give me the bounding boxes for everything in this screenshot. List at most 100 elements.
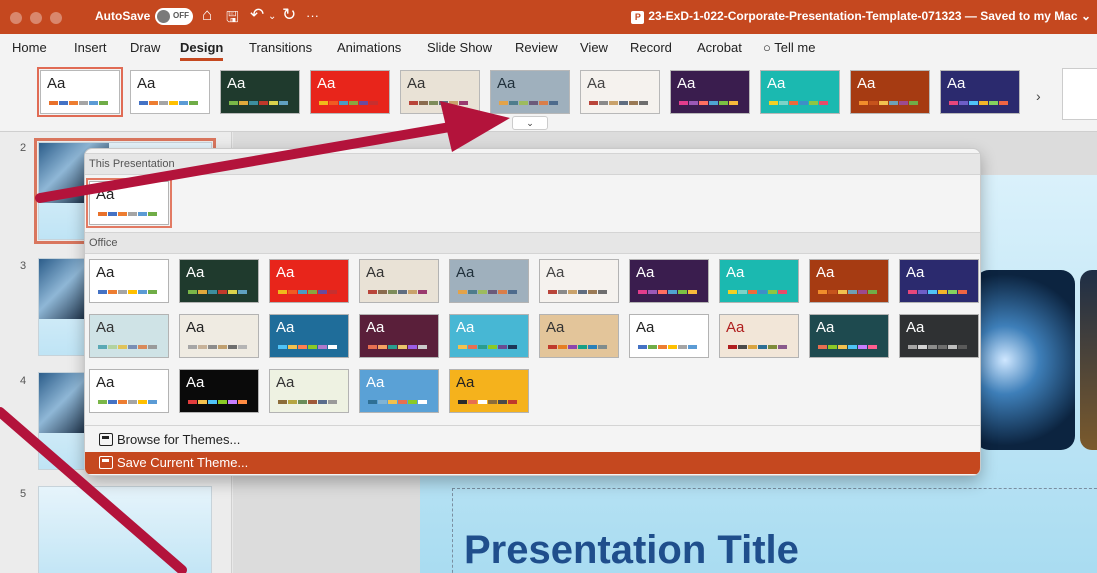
color-swatch (118, 400, 127, 404)
theme-sample-text: Aa (767, 75, 786, 92)
save-current-theme-item[interactable]: Save Current Theme... (85, 452, 980, 474)
tab-slide-show[interactable]: Slide Show (427, 40, 492, 55)
color-swatch (328, 345, 337, 349)
gallery-theme-stamp[interactable]: Aa (539, 259, 619, 303)
tab-acrobat[interactable]: Acrobat (697, 40, 742, 55)
color-swatches (728, 345, 787, 349)
color-swatch (218, 345, 227, 349)
gallery-theme-green-dark[interactable]: Aa (179, 259, 259, 303)
undo-icon[interactable]: ↶ (250, 5, 264, 25)
divider (85, 425, 980, 426)
color-swatch (488, 290, 497, 294)
gallery-theme-aqua-block[interactable]: Aa (449, 314, 529, 358)
browse-themes-icon (99, 433, 113, 446)
zoom-window-icon[interactable] (50, 12, 62, 24)
tab-transitions[interactable]: Transitions (249, 40, 312, 55)
gallery-theme-black-wave[interactable]: Aa (179, 369, 259, 413)
gallery-theme-red-photo[interactable]: Aa (719, 314, 799, 358)
color-swatch (398, 290, 407, 294)
close-window-icon[interactable] (10, 12, 22, 24)
ribbon-theme-current-white[interactable]: Aa (37, 67, 123, 117)
color-swatch (689, 101, 698, 105)
color-swatch (458, 345, 467, 349)
color-swatch (318, 400, 327, 404)
ribbon-theme-office[interactable]: Aa (130, 70, 210, 114)
ribbon-theme-teal[interactable]: Aa (760, 70, 840, 114)
tab-insert[interactable]: Insert (74, 40, 107, 55)
gallery-theme-wine[interactable]: Aa (359, 314, 439, 358)
gallery-theme-red-banner[interactable]: Aa (269, 259, 349, 303)
tab-home[interactable]: Home (12, 40, 47, 55)
color-swatches (409, 101, 468, 105)
tab-draw[interactable]: Draw (130, 40, 160, 55)
gallery-theme-light-gray[interactable]: Aa (629, 314, 709, 358)
gallery-theme-orange-dark[interactable]: Aa (809, 259, 889, 303)
color-swatch (949, 101, 958, 105)
gallery-theme-yellow[interactable]: Aa (449, 369, 529, 413)
ribbon-theme-red-banner[interactable]: Aa (310, 70, 390, 114)
document-title[interactable]: P 23-ExD-1-022-Corporate-Presentation-Tem… (631, 9, 1091, 24)
undo-dropdown-icon[interactable]: ⌄ (268, 11, 276, 22)
gallery-theme-frame[interactable]: Aa (179, 314, 259, 358)
variants-gallery[interactable] (1062, 68, 1097, 120)
autosave-toggle[interactable]: OFF (155, 8, 193, 25)
tab-animations[interactable]: Animations (337, 40, 401, 55)
gallery-theme-charcoal[interactable]: Aa (899, 314, 979, 358)
slide-city-image[interactable] (1080, 270, 1097, 450)
ribbon-theme-gray-blue[interactable]: Aa (490, 70, 570, 114)
color-swatches (368, 345, 427, 349)
gallery-theme-teal[interactable]: Aa (719, 259, 799, 303)
gallery-theme-dark-teal[interactable]: Aa (809, 314, 889, 358)
color-swatch (278, 290, 287, 294)
gallery-theme-indigo[interactable]: Aa (899, 259, 979, 303)
gallery-theme-office[interactable]: Aa (89, 259, 169, 303)
color-swatch (738, 290, 747, 294)
color-swatch (789, 101, 798, 105)
gallery-theme-blue-wave[interactable]: Aa (269, 314, 349, 358)
minimize-window-icon[interactable] (30, 12, 42, 24)
gallery-theme-blue-pattern[interactable]: Aa (359, 369, 439, 413)
tab-review[interactable]: Review (515, 40, 558, 55)
ribbon-theme-stamp[interactable]: Aa (580, 70, 660, 114)
save-icon[interactable]: 🖫 (226, 7, 239, 32)
color-swatch (388, 290, 397, 294)
chevron-right-icon[interactable]: › (1036, 88, 1041, 104)
tab-design[interactable]: Design (180, 40, 224, 61)
gallery-theme-pattern-teal[interactable]: Aa (89, 314, 169, 358)
gallery-theme-purple[interactable]: Aa (629, 259, 709, 303)
ribbon-theme-green-dark[interactable]: Aa (220, 70, 300, 114)
gallery-theme-beige[interactable]: Aa (359, 259, 439, 303)
tab-record[interactable]: Record (630, 40, 672, 55)
color-swatch (218, 400, 227, 404)
browse-for-themes-item[interactable]: Browse for Themes... (85, 429, 980, 451)
gallery-theme-green-chevron[interactable]: Aa (89, 369, 169, 413)
color-swatch (648, 290, 657, 294)
gallery-theme-wood[interactable]: Aa (539, 314, 619, 358)
color-swatch (308, 345, 317, 349)
slide-globe-image[interactable] (975, 270, 1075, 450)
color-swatch (298, 345, 307, 349)
ribbon-theme-indigo[interactable]: Aa (940, 70, 1020, 114)
tab-view[interactable]: View (580, 40, 608, 55)
redo-icon[interactable]: ↻ (282, 5, 296, 25)
home-icon[interactable]: ⌂ (202, 5, 212, 25)
gallery-theme-sage[interactable]: Aa (269, 369, 349, 413)
theme-gallery-expand-button[interactable]: ⌄ (512, 116, 548, 130)
ribbon-theme-beige[interactable]: Aa (400, 70, 480, 114)
gallery-theme-current[interactable]: Aa (86, 178, 172, 228)
tell-me-search[interactable]: ○ Tell me (763, 40, 815, 55)
color-swatch (108, 400, 117, 404)
slide-thumbnail[interactable] (38, 486, 212, 573)
color-swatch (979, 101, 988, 105)
color-swatches (139, 101, 198, 105)
ribbon-theme-purple[interactable]: Aa (670, 70, 750, 114)
chevron-down-icon[interactable]: ⌄ (1081, 9, 1091, 23)
slide-title[interactable]: Presentation Title (464, 528, 799, 573)
gallery-theme-gray-blue[interactable]: Aa (449, 259, 529, 303)
color-swatch (468, 400, 477, 404)
color-swatch (98, 290, 107, 294)
ribbon-theme-orange-dark[interactable]: Aa (850, 70, 930, 114)
color-swatch (318, 290, 327, 294)
theme-sample-text: Aa (857, 75, 876, 92)
more-commands-button[interactable]: ··· (306, 8, 319, 23)
